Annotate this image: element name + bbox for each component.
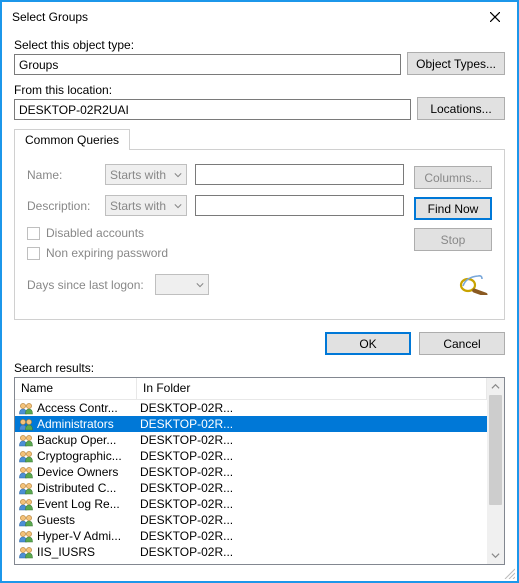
group-icon xyxy=(18,481,34,495)
scrollbar-track[interactable] xyxy=(487,395,504,547)
table-row[interactable]: IIS_IUSRS DESKTOP-02R... xyxy=(15,544,487,560)
description-label: Description: xyxy=(27,199,97,213)
row-name: Cryptographic... xyxy=(37,449,122,463)
tab-common-queries[interactable]: Common Queries xyxy=(14,129,130,150)
row-folder: DESKTOP-02R... xyxy=(137,481,487,495)
row-folder: DESKTOP-02R... xyxy=(137,465,487,479)
object-types-button[interactable]: Object Types... xyxy=(407,52,505,75)
row-name: Event Log Re... xyxy=(37,497,120,511)
stop-button[interactable]: Stop xyxy=(414,228,492,251)
table-row[interactable]: Cryptographic... DESKTOP-02R... xyxy=(15,448,487,464)
days-since-last-logon-label: Days since last logon: xyxy=(27,278,147,292)
non-expiring-password-checkbox[interactable] xyxy=(27,247,40,260)
table-row[interactable]: Guests DESKTOP-02R... xyxy=(15,512,487,528)
find-objects-icon xyxy=(458,271,492,298)
row-name: Administrators xyxy=(37,417,114,431)
locations-button[interactable]: Locations... xyxy=(417,97,505,120)
column-headers: Name In Folder xyxy=(15,378,487,400)
table-row[interactable]: Hyper-V Admi... DESKTOP-02R... xyxy=(15,528,487,544)
row-name: Guests xyxy=(37,513,75,527)
scrollbar-thumb[interactable] xyxy=(489,395,502,505)
group-icon xyxy=(18,545,34,559)
row-name: Device Owners xyxy=(37,465,118,479)
description-input[interactable] xyxy=(195,195,404,216)
row-name: Hyper-V Admi... xyxy=(37,529,121,543)
row-name: Distributed C... xyxy=(37,481,116,495)
vertical-scrollbar[interactable] xyxy=(487,378,504,564)
search-results-list: Name In Folder Access Contr... DESKTOP-02… xyxy=(14,377,505,565)
table-row[interactable]: Administrators DESKTOP-02R... xyxy=(15,416,487,432)
group-icon xyxy=(18,513,34,527)
ok-button[interactable]: OK xyxy=(325,332,411,355)
row-name: Backup Oper... xyxy=(37,433,116,447)
title-bar: Select Groups xyxy=(2,2,517,32)
find-now-button[interactable]: Find Now xyxy=(414,197,492,220)
table-row[interactable]: Event Log Re... DESKTOP-02R... xyxy=(15,496,487,512)
group-icon xyxy=(18,433,34,447)
object-type-label: Select this object type: xyxy=(14,38,401,52)
group-icon xyxy=(18,417,34,431)
location-label: From this location: xyxy=(14,83,411,97)
row-folder: DESKTOP-02R... xyxy=(137,529,487,543)
row-folder: DESKTOP-02R... xyxy=(137,417,487,431)
name-match-value: Starts with xyxy=(110,168,166,182)
row-folder: DESKTOP-02R... xyxy=(137,545,487,559)
non-expiring-password-label: Non expiring password xyxy=(46,246,168,260)
close-button[interactable] xyxy=(472,2,517,32)
chevron-down-icon xyxy=(174,171,182,179)
group-icon xyxy=(18,449,34,463)
description-match-value: Starts with xyxy=(110,199,166,213)
common-queries-panel: Name: Starts with Description: Starts wi… xyxy=(14,149,505,320)
column-header-in-folder[interactable]: In Folder xyxy=(137,378,487,399)
scroll-up-arrow[interactable] xyxy=(487,378,504,395)
description-match-combo[interactable]: Starts with xyxy=(105,195,187,216)
name-label: Name: xyxy=(27,168,97,182)
search-results-label: Search results: xyxy=(14,361,505,375)
group-icon xyxy=(18,401,34,415)
name-input[interactable] xyxy=(195,164,404,185)
row-name: IIS_IUSRS xyxy=(37,545,95,559)
table-row[interactable]: Device Owners DESKTOP-02R... xyxy=(15,464,487,480)
row-folder: DESKTOP-02R... xyxy=(137,401,487,415)
table-row[interactable]: Backup Oper... DESKTOP-02R... xyxy=(15,432,487,448)
days-since-last-logon-combo[interactable] xyxy=(155,274,209,295)
group-icon xyxy=(18,465,34,479)
disabled-accounts-label: Disabled accounts xyxy=(46,226,144,240)
object-type-input[interactable] xyxy=(14,54,401,75)
resize-grip-icon[interactable] xyxy=(503,567,515,579)
window-title: Select Groups xyxy=(12,10,472,24)
row-folder: DESKTOP-02R... xyxy=(137,433,487,447)
location-input[interactable] xyxy=(14,99,411,120)
column-header-name[interactable]: Name xyxy=(15,378,137,399)
row-folder: DESKTOP-02R... xyxy=(137,513,487,527)
row-name: Access Contr... xyxy=(37,401,118,415)
row-folder: DESKTOP-02R... xyxy=(137,449,487,463)
columns-button[interactable]: Columns... xyxy=(414,166,492,189)
row-folder: DESKTOP-02R... xyxy=(137,497,487,511)
scroll-down-arrow[interactable] xyxy=(487,547,504,564)
table-row[interactable]: Distributed C... DESKTOP-02R... xyxy=(15,480,487,496)
disabled-accounts-checkbox[interactable] xyxy=(27,227,40,240)
chevron-down-icon xyxy=(196,281,204,289)
table-row[interactable]: Access Contr... DESKTOP-02R... xyxy=(15,400,487,416)
cancel-button[interactable]: Cancel xyxy=(419,332,505,355)
chevron-down-icon xyxy=(174,202,182,210)
group-icon xyxy=(18,497,34,511)
name-match-combo[interactable]: Starts with xyxy=(105,164,187,185)
group-icon xyxy=(18,529,34,543)
close-icon xyxy=(490,12,500,22)
